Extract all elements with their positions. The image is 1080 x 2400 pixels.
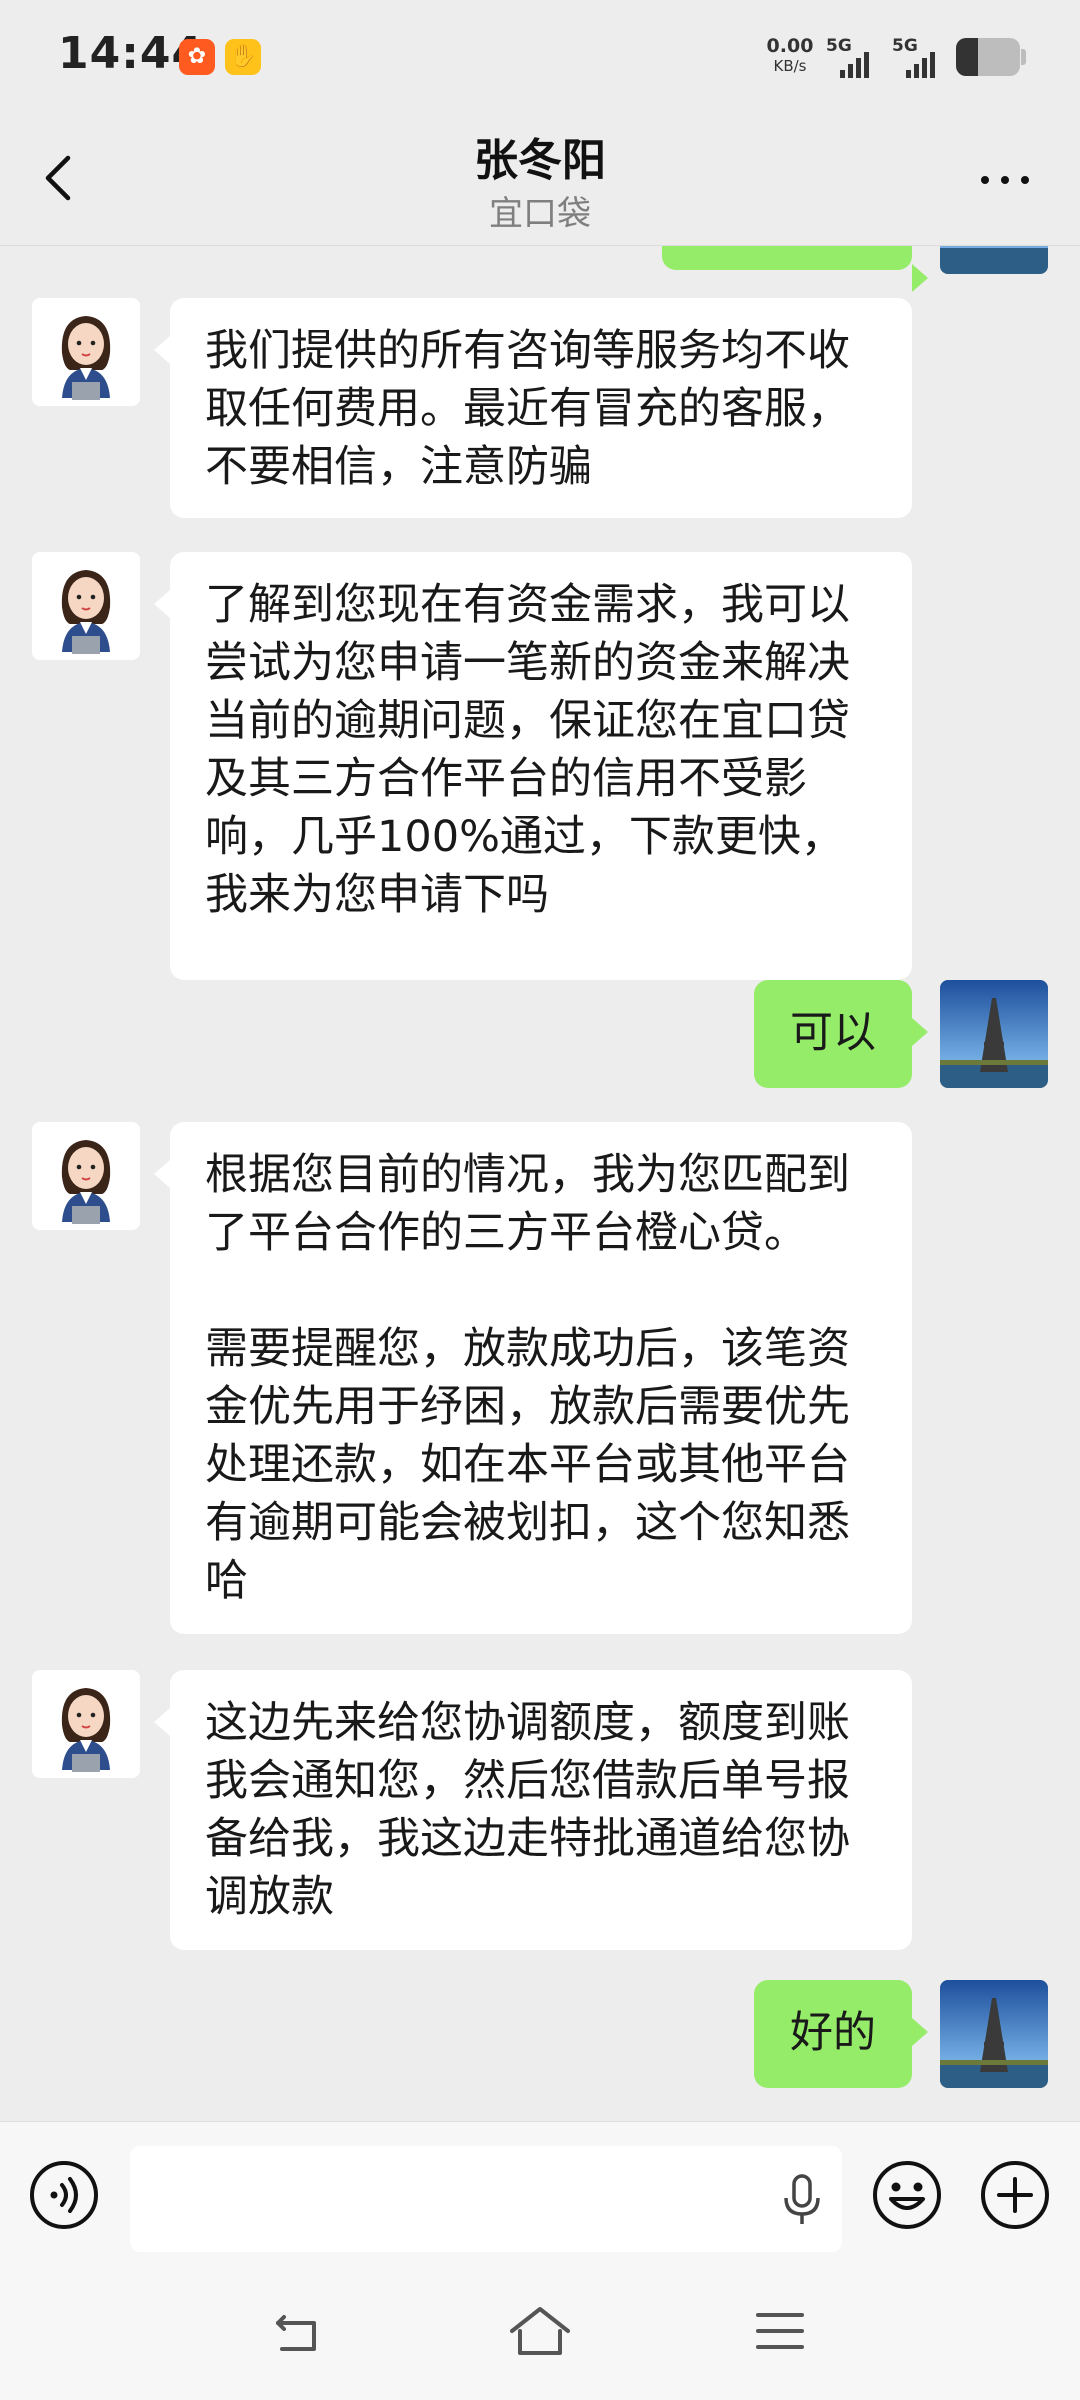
my-avatar[interactable] <box>940 1980 1048 2088</box>
message-text-input[interactable] <box>130 2146 842 2252</box>
battery-tip <box>1021 49 1026 65</box>
nav-home-icon[interactable] <box>508 2303 572 2359</box>
message-bubble[interactable]: 了解到您现在有资金需求，我可以尝试为您申请一笔新的资金来解决当前的逾期问题，保证… <box>154 552 912 980</box>
hand-notification-icon: ✋ <box>225 39 261 75</box>
chat-title: 张冬阳 <box>474 135 606 186</box>
network-speed-value: 0.00 <box>766 35 814 57</box>
message-bubble-previous[interactable] <box>662 246 928 292</box>
nav-menu-icon[interactable] <box>748 2303 812 2359</box>
agent-avatar[interactable] <box>32 552 140 660</box>
network-speed: 0.00 KB/s <box>760 36 820 76</box>
agent-avatar[interactable] <box>32 1670 140 1778</box>
my-message-bubble[interactable]: 好的 <box>754 1980 928 2088</box>
chat-header: 张冬阳 宜口袋 <box>0 110 1080 246</box>
more-dots-icon[interactable] <box>975 165 1035 195</box>
battery-level <box>956 38 979 76</box>
voice-toggle-icon[interactable] <box>28 2159 100 2231</box>
message-input-bar <box>0 2121 1080 2259</box>
agent-avatar[interactable] <box>32 1122 140 1230</box>
battery-icon <box>956 38 1020 76</box>
agent-avatar[interactable] <box>32 298 140 406</box>
microphone-icon[interactable] <box>780 2174 824 2226</box>
message-bubble[interactable]: 根据您目前的情况，我为您匹配到了平台合作的三方平台橙心贷。 需要提醒您，放款成功… <box>154 1122 912 1634</box>
network-speed-unit: KB/s <box>773 57 807 75</box>
system-nav-bar <box>0 2258 1080 2400</box>
app-notification-icon: ✿ <box>179 39 215 75</box>
message-bubble[interactable]: 这边先来给您协调额度，额度到账我会通知您，然后您借款后单号报备给我，我这边走特批… <box>154 1670 912 1950</box>
status-bar: 14:44 ✿ ✋ 0.00 KB/s 5G 5G <box>0 0 1080 110</box>
plus-icon[interactable] <box>979 2159 1051 2231</box>
my-avatar-previous[interactable] <box>940 246 1048 274</box>
emoji-icon[interactable] <box>871 2159 943 2231</box>
sim1-signal-icon: 5G <box>826 36 886 78</box>
sim2-signal-icon: 5G <box>892 36 952 78</box>
nav-back-icon[interactable] <box>268 2303 332 2359</box>
my-message-bubble[interactable]: 可以 <box>754 980 928 1088</box>
chat-history[interactable]: 我们提供的所有咨询等服务均不收取任何费用。最近有冒充的客服，不要相信，注意防骗 … <box>0 246 1080 2121</box>
my-avatar[interactable] <box>940 980 1048 1088</box>
message-bubble[interactable]: 我们提供的所有咨询等服务均不收取任何费用。最近有冒充的客服，不要相信，注意防骗 <box>154 298 912 518</box>
chat-subtitle: 宜口袋 <box>489 194 591 234</box>
